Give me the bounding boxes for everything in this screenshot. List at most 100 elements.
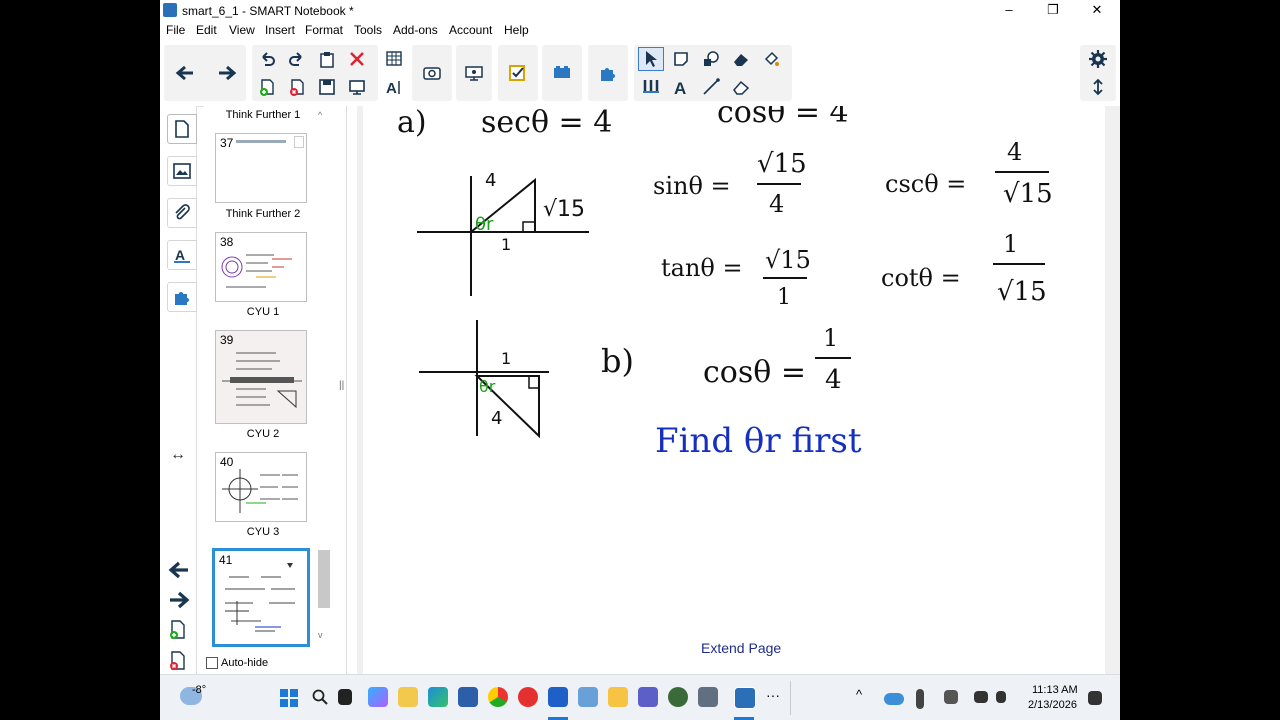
eraser-button[interactable] xyxy=(728,75,754,99)
search-icon[interactable] xyxy=(312,689,328,710)
menu-tools[interactable]: Tools xyxy=(354,23,382,37)
sorter-scrollbar[interactable]: ^ v xyxy=(318,110,330,642)
insert-table-button[interactable] xyxy=(382,47,408,71)
next-page-button[interactable] xyxy=(214,61,240,85)
network-icon[interactable] xyxy=(974,691,988,703)
file-explorer-icon[interactable] xyxy=(398,687,418,707)
edge-icon[interactable] xyxy=(428,687,448,707)
next-page-nav[interactable] xyxy=(168,590,190,615)
select-tool-button[interactable] xyxy=(638,47,664,71)
scroll-thumb[interactable] xyxy=(318,550,330,608)
delete-button[interactable] xyxy=(344,47,370,71)
eraser-icon xyxy=(734,54,748,66)
copilot-icon[interactable] xyxy=(368,687,388,707)
menu-edit[interactable]: Edit xyxy=(196,23,217,37)
menu-addons[interactable]: Add-ons xyxy=(393,23,438,37)
notebook-page[interactable]: a) secθ = 4 cosθ = 4 4 √15 1 θr sinθ = √… xyxy=(363,106,1105,674)
autohide-option[interactable]: Auto-hide xyxy=(206,657,268,669)
more-apps-icon[interactable]: ··· xyxy=(766,687,780,703)
windows-start-icon[interactable] xyxy=(280,689,298,712)
maximize-button[interactable]: ❐ xyxy=(1032,0,1074,22)
clock-date[interactable]: 2/13/2026 xyxy=(1028,699,1077,711)
volume-icon[interactable] xyxy=(996,691,1006,703)
scroll-down-icon[interactable]: v xyxy=(318,630,323,640)
minimize-button[interactable]: – xyxy=(988,0,1030,22)
menu-account[interactable]: Account xyxy=(449,23,492,37)
autohide-checkbox[interactable] xyxy=(206,657,218,669)
add-page-button[interactable] xyxy=(254,75,280,99)
pens-button[interactable] xyxy=(638,75,664,99)
close-button[interactable]: ✕ xyxy=(1076,0,1118,22)
shape-tool-button[interactable] xyxy=(668,47,694,71)
paste-button[interactable] xyxy=(314,47,340,71)
document-camera-button[interactable] xyxy=(461,61,487,85)
activity-builder-button[interactable] xyxy=(549,61,575,85)
microphone-icon[interactable] xyxy=(916,689,924,709)
notifications-icon[interactable] xyxy=(1088,691,1102,705)
scroll-up-icon[interactable]: ^ xyxy=(318,110,322,120)
response-button[interactable] xyxy=(505,61,531,85)
fill-tool-button[interactable] xyxy=(758,47,784,71)
puzzle-piece-icon xyxy=(175,292,189,305)
menu-file[interactable]: File xyxy=(166,23,185,37)
clock-time[interactable]: 11:13 AM xyxy=(1032,684,1078,696)
delete-page-nav[interactable] xyxy=(169,651,187,676)
tab-page-sorter[interactable] xyxy=(167,114,197,144)
add-page-nav[interactable] xyxy=(169,620,187,645)
extend-page-link[interactable]: Extend Page xyxy=(701,640,781,656)
tab-gallery[interactable] xyxy=(167,156,197,186)
eraser-tool-button[interactable] xyxy=(728,47,754,71)
screen-capture-button[interactable] xyxy=(419,61,445,85)
smart-notebook-taskbar-icon[interactable] xyxy=(734,687,756,709)
cosb-num: 1 xyxy=(823,324,838,352)
cmd-icon[interactable] xyxy=(698,687,718,707)
delete-page-button[interactable] xyxy=(284,75,310,99)
page-thumb-37[interactable]: 37 xyxy=(215,133,307,203)
tab-addons[interactable] xyxy=(167,282,197,312)
tray-chevron-icon[interactable]: ^ xyxy=(856,687,862,702)
previous-page-button[interactable] xyxy=(172,61,198,85)
sin-den: 4 xyxy=(769,190,784,218)
menu-format[interactable]: Format xyxy=(305,23,343,37)
line-tool-button[interactable] xyxy=(698,75,724,99)
redo-button[interactable] xyxy=(284,47,310,71)
word-icon[interactable] xyxy=(548,687,568,707)
sidebar-splitter[interactable]: || xyxy=(339,106,357,674)
task-view-icon[interactable] xyxy=(338,689,352,705)
pen-menu-icon[interactable] xyxy=(944,690,958,704)
addons-button[interactable] xyxy=(595,61,621,85)
previous-page-nav[interactable] xyxy=(168,560,190,585)
app-circle-icon[interactable] xyxy=(668,687,688,707)
page-thumb-39[interactable]: 39 xyxy=(215,330,307,424)
settings-button[interactable] xyxy=(1085,47,1111,71)
tab-attachments[interactable] xyxy=(167,198,197,228)
menu-insert[interactable]: Insert xyxy=(265,23,295,37)
chrome-icon[interactable] xyxy=(488,687,508,707)
page-thumb-40[interactable]: 40 xyxy=(215,452,307,522)
theta-r-label-1: θr xyxy=(475,214,494,235)
menu-help[interactable]: Help xyxy=(504,23,529,37)
camera-app-icon[interactable] xyxy=(518,687,538,707)
sticky-app-icon[interactable] xyxy=(608,687,628,707)
text-recognition-button[interactable]: A xyxy=(382,75,408,99)
tab-properties[interactable]: A xyxy=(167,240,197,270)
page-thumb-41[interactable]: 41 xyxy=(212,548,310,647)
resize-sidebar-icon[interactable]: ↔ xyxy=(170,446,186,464)
text-tool-button[interactable]: A xyxy=(668,75,694,99)
find-theta-note: Find θr first xyxy=(655,421,862,461)
snipping-tool-icon[interactable] xyxy=(578,687,598,707)
store-icon[interactable] xyxy=(458,687,478,707)
pens-icon xyxy=(643,80,659,93)
undo-button[interactable] xyxy=(254,47,280,71)
onedrive-icon[interactable] xyxy=(884,693,904,705)
delete-icon xyxy=(350,52,364,66)
shapes-button[interactable] xyxy=(698,47,724,71)
screen-shade-button[interactable] xyxy=(344,75,370,99)
svg-text:A: A xyxy=(674,79,686,96)
save-button[interactable] xyxy=(314,75,340,99)
move-toolbar-button[interactable] xyxy=(1085,75,1111,99)
gear-icon xyxy=(1089,50,1107,68)
menu-view[interactable]: View xyxy=(229,23,255,37)
page-thumb-38[interactable]: 38 xyxy=(215,232,307,302)
teams-icon[interactable] xyxy=(638,687,658,707)
